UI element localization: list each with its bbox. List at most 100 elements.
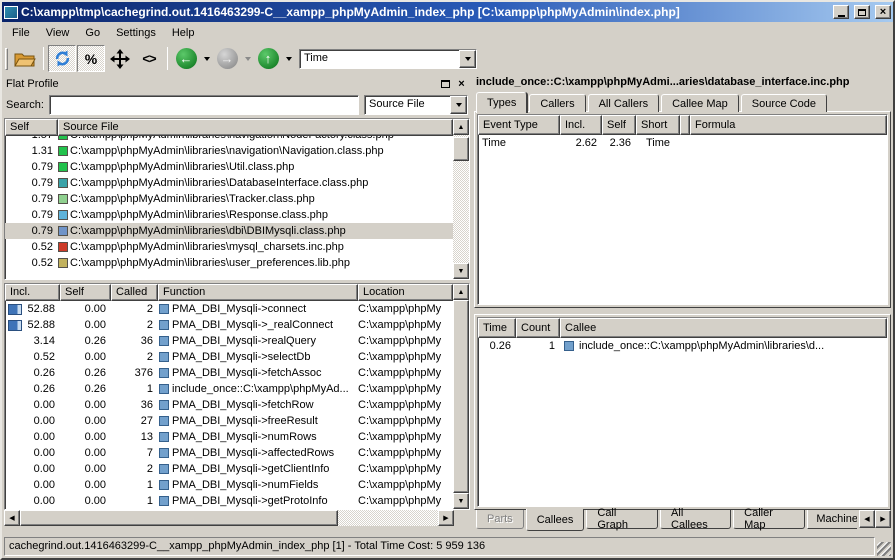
table-row[interactable]: 0.261include_once::C:\xampp\phpMyAdmin\l… xyxy=(478,338,887,354)
column-header-called[interactable]: Called xyxy=(111,284,158,301)
table-row[interactable]: 0.260.26376PMA_DBI_Mysqli->fetchAssocC:\… xyxy=(5,365,453,381)
scroll-right-button[interactable]: ▶ xyxy=(438,510,454,526)
scrollbar-thumb[interactable] xyxy=(20,510,338,526)
column-header-spacer[interactable] xyxy=(680,115,690,135)
function-icon xyxy=(159,384,169,394)
column-header-callee[interactable]: Callee xyxy=(560,318,887,338)
table-row[interactable]: 52.880.002PMA_DBI_Mysqli->connectC:\xamp… xyxy=(5,301,453,317)
table-row[interactable]: 0.79C:\xampp\phpMyAdmin\libraries\dbi\DB… xyxy=(5,223,453,239)
tab-callee-map[interactable]: Callee Map xyxy=(661,94,739,112)
table-row[interactable]: 0.000.0013PMA_DBI_Mysqli->numRowsC:\xamp… xyxy=(5,429,453,445)
function-list-vscrollbar[interactable]: ▲ ▼ xyxy=(453,284,469,509)
function-list-hscrollbar[interactable]: ◀ ▶ xyxy=(4,510,470,526)
menu-help[interactable]: Help xyxy=(164,24,203,42)
open-file-button[interactable] xyxy=(11,45,39,72)
event-type-combobox[interactable]: Time xyxy=(299,49,477,69)
source-list-vscrollbar[interactable]: ▲ ▼ xyxy=(453,119,469,279)
open-folder-icon xyxy=(14,51,36,67)
table-row[interactable]: 0.000.0027PMA_DBI_Mysqli->freeResultC:\x… xyxy=(5,413,453,429)
maximize-button[interactable] xyxy=(854,5,870,19)
resize-grip[interactable] xyxy=(877,542,891,556)
tab-scroll-right-button[interactable]: ▶ xyxy=(875,510,891,528)
tab-call-graph[interactable]: Call Graph xyxy=(586,510,658,529)
close-button[interactable]: × xyxy=(875,5,891,19)
dock-float-button[interactable] xyxy=(439,78,452,90)
column-header-self[interactable]: Self xyxy=(602,115,636,135)
column-header-formula[interactable]: Formula xyxy=(690,115,887,135)
tab-all-callees[interactable]: All Callees xyxy=(660,510,731,529)
tab-callees[interactable]: Callees xyxy=(526,509,585,531)
up-button[interactable]: ↑ xyxy=(254,45,282,72)
table-row[interactable]: 0.520.002PMA_DBI_Mysqli->selectDbC:\xamp… xyxy=(5,349,453,365)
tab-callers[interactable]: Callers xyxy=(529,94,585,112)
table-row[interactable]: 0.000.002PMA_DBI_Mysqli->getClientInfoC:… xyxy=(5,461,453,477)
shorten-templates-button[interactable]: <> xyxy=(135,45,163,72)
table-row[interactable]: 0.000.007PMA_DBI_Mysqli->affectedRowsC:\… xyxy=(5,445,453,461)
called-value: 2 xyxy=(111,303,158,315)
tab-machine[interactable]: Machine xyxy=(807,510,857,529)
source-file-path: C:\xampp\phpMyAdmin\libraries\DatabaseIn… xyxy=(70,177,453,189)
table-row[interactable]: 0.79C:\xampp\phpMyAdmin\libraries\Util.c… xyxy=(5,159,453,175)
table-row[interactable]: 1.57C:\xampp\phpMyAdmin\libraries\naviga… xyxy=(5,136,453,143)
dock-close-button[interactable]: × xyxy=(455,78,468,90)
tab-all-callers[interactable]: All Callers xyxy=(588,94,660,112)
cycle-detection-button[interactable] xyxy=(106,45,134,72)
column-header-source-file[interactable]: Source File xyxy=(58,119,453,136)
function-icon xyxy=(159,464,169,474)
table-row[interactable]: Time2.622.36Time xyxy=(478,135,887,151)
column-header-time[interactable]: Time xyxy=(478,318,516,338)
table-row[interactable]: 1.31C:\xampp\phpMyAdmin\libraries\naviga… xyxy=(5,143,453,159)
scroll-left-button[interactable]: ◀ xyxy=(4,510,20,526)
tab-caller-map[interactable]: Caller Map xyxy=(733,510,805,529)
column-header-incl-[interactable]: Incl. xyxy=(560,115,602,135)
combo-dropdown-button[interactable] xyxy=(450,96,467,114)
tab-source-code[interactable]: Source Code xyxy=(741,94,827,112)
table-row[interactable]: 0.52C:\xampp\phpMyAdmin\libraries\user_p… xyxy=(5,255,453,271)
menu-go[interactable]: Go xyxy=(77,24,108,42)
column-header-incl-[interactable]: Incl. xyxy=(5,284,60,301)
column-header-count[interactable]: Count xyxy=(516,318,560,338)
scroll-down-button[interactable]: ▼ xyxy=(453,263,469,279)
table-row[interactable]: 0.260.261include_once::C:\xampp\phpMyAd.… xyxy=(5,381,453,397)
minimize-button[interactable] xyxy=(833,5,849,19)
table-row[interactable]: 0.000.0036PMA_DBI_Mysqli->fetchRowC:\xam… xyxy=(5,397,453,413)
up-dropdown[interactable] xyxy=(283,45,294,72)
back-dropdown[interactable] xyxy=(201,45,212,72)
toolbar-grip[interactable] xyxy=(5,48,8,70)
location-value: C:\xampp\phpMy xyxy=(358,495,453,507)
combo-dropdown-button[interactable] xyxy=(459,50,476,68)
relative-percent-toggle[interactable]: % xyxy=(77,45,105,72)
menu-view[interactable]: View xyxy=(38,24,78,42)
table-row[interactable]: 0.000.001PMA_DBI_Mysqli->numFieldsC:\xam… xyxy=(5,477,453,493)
function-name: PMA_DBI_Mysqli->affectedRows xyxy=(172,447,358,459)
table-row[interactable]: 52.880.002PMA_DBI_Mysqli->_realConnectC:… xyxy=(5,317,453,333)
table-row[interactable]: 0.79C:\xampp\phpMyAdmin\libraries\Respon… xyxy=(5,207,453,223)
scroll-down-button[interactable]: ▼ xyxy=(453,493,469,509)
scroll-up-button[interactable]: ▲ xyxy=(453,119,469,135)
search-input[interactable] xyxy=(49,95,359,115)
column-header-location[interactable]: Location xyxy=(358,284,453,301)
cost-color-icon xyxy=(58,146,68,156)
tab-scroll-left-button[interactable]: ◀ xyxy=(859,510,875,528)
column-header-event-type[interactable]: Event Type xyxy=(478,115,560,135)
scrollbar-thumb[interactable] xyxy=(453,300,469,493)
search-label: Search: xyxy=(6,99,44,111)
grouping-combobox[interactable]: Source File xyxy=(364,95,468,115)
reload-button[interactable] xyxy=(48,45,76,72)
scrollbar-thumb[interactable] xyxy=(453,137,469,161)
table-row[interactable]: 0.79C:\xampp\phpMyAdmin\libraries\Databa… xyxy=(5,175,453,191)
back-button[interactable]: ← xyxy=(172,45,200,72)
title-bar[interactable]: C:\xampp\tmp\cachegrind.out.1416463299-C… xyxy=(2,2,893,22)
table-row[interactable]: 0.000.001PMA_DBI_Mysqli->getProtoInfoC:\… xyxy=(5,493,453,509)
table-row[interactable]: 3.140.2636PMA_DBI_Mysqli->realQueryC:\xa… xyxy=(5,333,453,349)
scroll-up-button[interactable]: ▲ xyxy=(453,284,469,300)
column-header-short[interactable]: Short xyxy=(636,115,680,135)
table-row[interactable]: 0.79C:\xampp\phpMyAdmin\libraries\Tracke… xyxy=(5,191,453,207)
column-header-function[interactable]: Function xyxy=(158,284,358,301)
table-row[interactable]: 0.52C:\xampp\phpMyAdmin\libraries\mysql_… xyxy=(5,239,453,255)
menu-settings[interactable]: Settings xyxy=(108,24,164,42)
column-header-self[interactable]: Self xyxy=(5,119,58,136)
column-header-self[interactable]: Self xyxy=(60,284,111,301)
menu-file[interactable]: File xyxy=(4,24,38,42)
tab-types[interactable]: Types xyxy=(476,92,527,113)
